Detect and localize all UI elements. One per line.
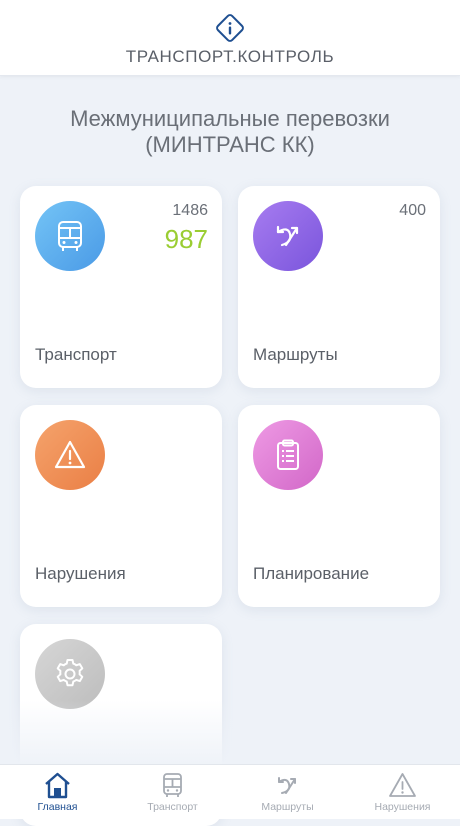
planning-icon-circle [253, 420, 323, 490]
transport-active-count: 987 [164, 224, 208, 254]
violations-card[interactable]: Нарушения [20, 405, 222, 607]
transport-icon-circle [35, 201, 105, 271]
app-header: ТРАНСПОРТ.КОНТРОЛЬ [0, 0, 460, 76]
transport-card[interactable]: 1486 987 Транспорт [20, 186, 222, 388]
transport-total-count: 1486 [172, 202, 208, 219]
organization-title: Межмуниципальные перевозки (МИНТРАНС КК) [20, 106, 440, 158]
tab-transport-label: Транспорт [147, 801, 198, 813]
routes-card[interactable]: 400 Маршруты [238, 186, 440, 388]
settings-icon-circle [35, 639, 105, 709]
tab-violations[interactable]: Нарушения [345, 765, 460, 819]
tab-violations-label: Нарушения [374, 801, 431, 813]
warning-icon [389, 773, 416, 797]
routes-icon-circle [253, 201, 323, 271]
organization-title-line2: (МИНТРАНС КК) [145, 132, 315, 157]
routes-card-label: Маршруты [253, 345, 338, 364]
planning-card[interactable]: Планирование [238, 405, 440, 607]
route-icon [276, 225, 299, 247]
violations-card-label: Нарушения [35, 564, 126, 583]
info-diamond-icon [216, 14, 244, 42]
bottom-tab-bar: Главная Транспорт Маршруты Нарушения [0, 764, 460, 819]
route-icon [278, 777, 296, 794]
gear-icon [56, 659, 84, 687]
content-fade [0, 700, 460, 764]
home-icon [45, 772, 70, 799]
bus-icon [163, 773, 182, 797]
planning-card-label: Планирование [253, 564, 370, 583]
tab-routes[interactable]: Маршруты [230, 765, 345, 819]
tab-routes-label: Маршруты [261, 801, 314, 813]
clipboard-icon [277, 439, 299, 470]
tab-home[interactable]: Главная [0, 765, 115, 819]
transport-card-label: Транспорт [35, 345, 117, 364]
warning-icon [54, 440, 86, 469]
violations-icon-circle [35, 420, 105, 490]
tab-transport[interactable]: Транспорт [115, 765, 230, 819]
tab-home-label: Главная [37, 801, 78, 813]
app-title: ТРАНСПОРТ.КОНТРОЛЬ [125, 47, 335, 66]
routes-total-count: 400 [399, 202, 426, 219]
organization-title-line1: Межмуниципальные перевозки [70, 106, 390, 131]
bus-icon [58, 221, 82, 251]
